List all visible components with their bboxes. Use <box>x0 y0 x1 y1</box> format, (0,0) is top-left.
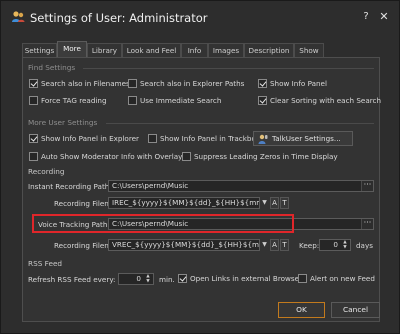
refresh-minutes-value: 0 <box>136 274 141 283</box>
ok-button[interactable]: OK <box>278 302 325 318</box>
checkbox-label: Show Info Panel in Explorer <box>41 134 140 143</box>
help-button[interactable]: ? <box>359 10 373 24</box>
title-bar: Settings of User: Administrator ? ✕ <box>1 1 399 34</box>
recording-title: Recording <box>28 167 65 176</box>
talkuser-icon <box>258 134 268 144</box>
immediate-search-checkbox[interactable]: Use Immediate Search <box>128 96 221 105</box>
suppress-zeros-checkbox[interactable]: Suppress Leading Zeros in Time Display <box>182 152 338 161</box>
browse-button[interactable]: ··· <box>361 181 373 191</box>
checkbox-box[interactable] <box>258 96 267 105</box>
checkbox-box[interactable] <box>298 274 307 283</box>
talkuser-settings-button[interactable]: TalkUser Settings... <box>253 131 353 146</box>
settings-window: Settings of User: Administrator ? ✕ Sett… <box>0 0 400 334</box>
talkuser-settings-label: TalkUser Settings... <box>272 134 341 143</box>
clear-sorting-checkbox[interactable]: Clear Sorting with each Search <box>258 96 381 105</box>
tab-info[interactable]: Info <box>181 43 208 58</box>
chevron-down-icon[interactable]: ▼ <box>260 239 269 251</box>
tab-library[interactable]: Library <box>87 43 122 58</box>
open-links-checkbox[interactable]: Open Links in external Browser <box>178 274 302 283</box>
refresh-rss-label: Refresh RSS Feed every: <box>28 275 116 284</box>
users-icon <box>12 11 25 22</box>
voice-filename-value: VREC_${yyyy}${MM}${dd}_${HH}${mm}${ss <box>112 240 260 249</box>
instant-path-value: C:\Users\pernd\Music <box>112 181 189 190</box>
insert-title-button[interactable]: T <box>280 197 289 209</box>
checkbox-label: Search also in Explorer Paths <box>140 79 245 88</box>
close-button[interactable]: ✕ <box>377 10 391 24</box>
checkbox-label: Use Immediate Search <box>140 96 222 105</box>
info-panel-explorer-checkbox[interactable]: Show Info Panel in Explorer <box>29 134 139 143</box>
checkbox-label: Open Links in external Browser <box>190 274 303 283</box>
rss-feed-title: RSS Feed <box>28 259 63 268</box>
search-filenames-checkbox[interactable]: Search also in Filenames <box>29 79 130 88</box>
voice-tracking-highlight <box>32 214 294 233</box>
checkbox-label: Search also in Filenames <box>41 79 130 88</box>
checkbox-label: Alert on new Feed <box>310 274 375 283</box>
checkbox-label: Auto Show Moderator Info with Overlay <box>41 152 183 161</box>
checkbox-label: Force TAG reading <box>41 96 107 105</box>
checkbox-box[interactable] <box>148 134 157 143</box>
checkbox-box[interactable] <box>29 152 38 161</box>
divider <box>83 68 374 69</box>
refresh-minutes-spinner[interactable]: 0 ▲ ▼ <box>118 273 154 285</box>
tab-show[interactable]: Show <box>294 43 324 58</box>
window-title: Settings of User: Administrator <box>30 11 208 25</box>
checkbox-box[interactable] <box>29 79 38 88</box>
more-user-settings-title: More User Settings <box>28 118 98 127</box>
tab-images[interactable]: Images <box>208 43 244 58</box>
browse-button[interactable]: ··· <box>361 219 373 229</box>
checkbox-box[interactable] <box>29 96 38 105</box>
divider <box>106 123 374 124</box>
checkbox-box[interactable] <box>258 79 267 88</box>
checkbox-label: Show Info Panel in Trackboard <box>160 134 268 143</box>
keep-days-spinner[interactable]: 0 ▲ ▼ <box>319 239 351 251</box>
recording-filename-value: IREC_${yyyy}${MM}${dd}_${HH}${mm}${ss <box>112 198 259 207</box>
tab-settings[interactable]: Settings <box>22 43 57 58</box>
checkbox-label: Show Info Panel <box>270 79 327 88</box>
voice-filename-field[interactable]: VREC_${yyyy}${MM}${dd}_${HH}${mm}${ss <box>108 239 260 251</box>
checkbox-box[interactable] <box>29 134 38 143</box>
checkbox-label: Clear Sorting with each Search <box>270 96 382 105</box>
checkbox-box[interactable] <box>178 274 187 283</box>
find-settings-title: Find Settings <box>28 63 76 72</box>
instant-path-field[interactable]: C:\Users\pernd\Music ··· <box>108 180 374 192</box>
min-label: min. <box>159 275 175 284</box>
auto-moderator-checkbox[interactable]: Auto Show Moderator Info with Overlay <box>29 152 182 161</box>
force-tag-checkbox[interactable]: Force TAG reading <box>29 96 107 105</box>
tab-description[interactable]: Description <box>244 43 294 58</box>
checkbox-box[interactable] <box>182 152 191 161</box>
insert-artist-button[interactable]: A <box>270 197 279 209</box>
insert-artist-button[interactable]: A <box>270 239 279 251</box>
search-explorer-checkbox[interactable]: Search also in Explorer Paths <box>128 79 244 88</box>
checkbox-box[interactable] <box>128 96 137 105</box>
spinner-arrows-icon[interactable]: ▲ ▼ <box>144 274 152 284</box>
checkbox-box[interactable] <box>128 79 137 88</box>
keep-days-value: 0 <box>333 240 338 249</box>
show-info-panel-checkbox[interactable]: Show Info Panel <box>258 79 327 88</box>
info-panel-trackboard-checkbox[interactable]: Show Info Panel in Trackboard <box>148 134 268 143</box>
checkbox-label: Suppress Leading Zeros in Time Display <box>194 152 338 161</box>
instant-path-label: Instant Recording Path: <box>28 182 112 191</box>
alert-new-feed-checkbox[interactable]: Alert on new Feed <box>298 274 375 283</box>
spinner-arrows-icon[interactable]: ▲ ▼ <box>341 240 349 250</box>
cancel-button[interactable]: Cancel <box>331 302 380 318</box>
tab-look-and-feel[interactable]: Look and Feel <box>122 43 181 58</box>
recording-filename-field[interactable]: IREC_${yyyy}${MM}${dd}_${HH}${mm}${ss <box>108 197 260 209</box>
days-label: days <box>356 241 373 250</box>
chevron-down-icon[interactable]: ▼ <box>260 197 269 209</box>
insert-title-button[interactable]: T <box>280 239 289 251</box>
keep-label: Keep: <box>299 241 320 250</box>
